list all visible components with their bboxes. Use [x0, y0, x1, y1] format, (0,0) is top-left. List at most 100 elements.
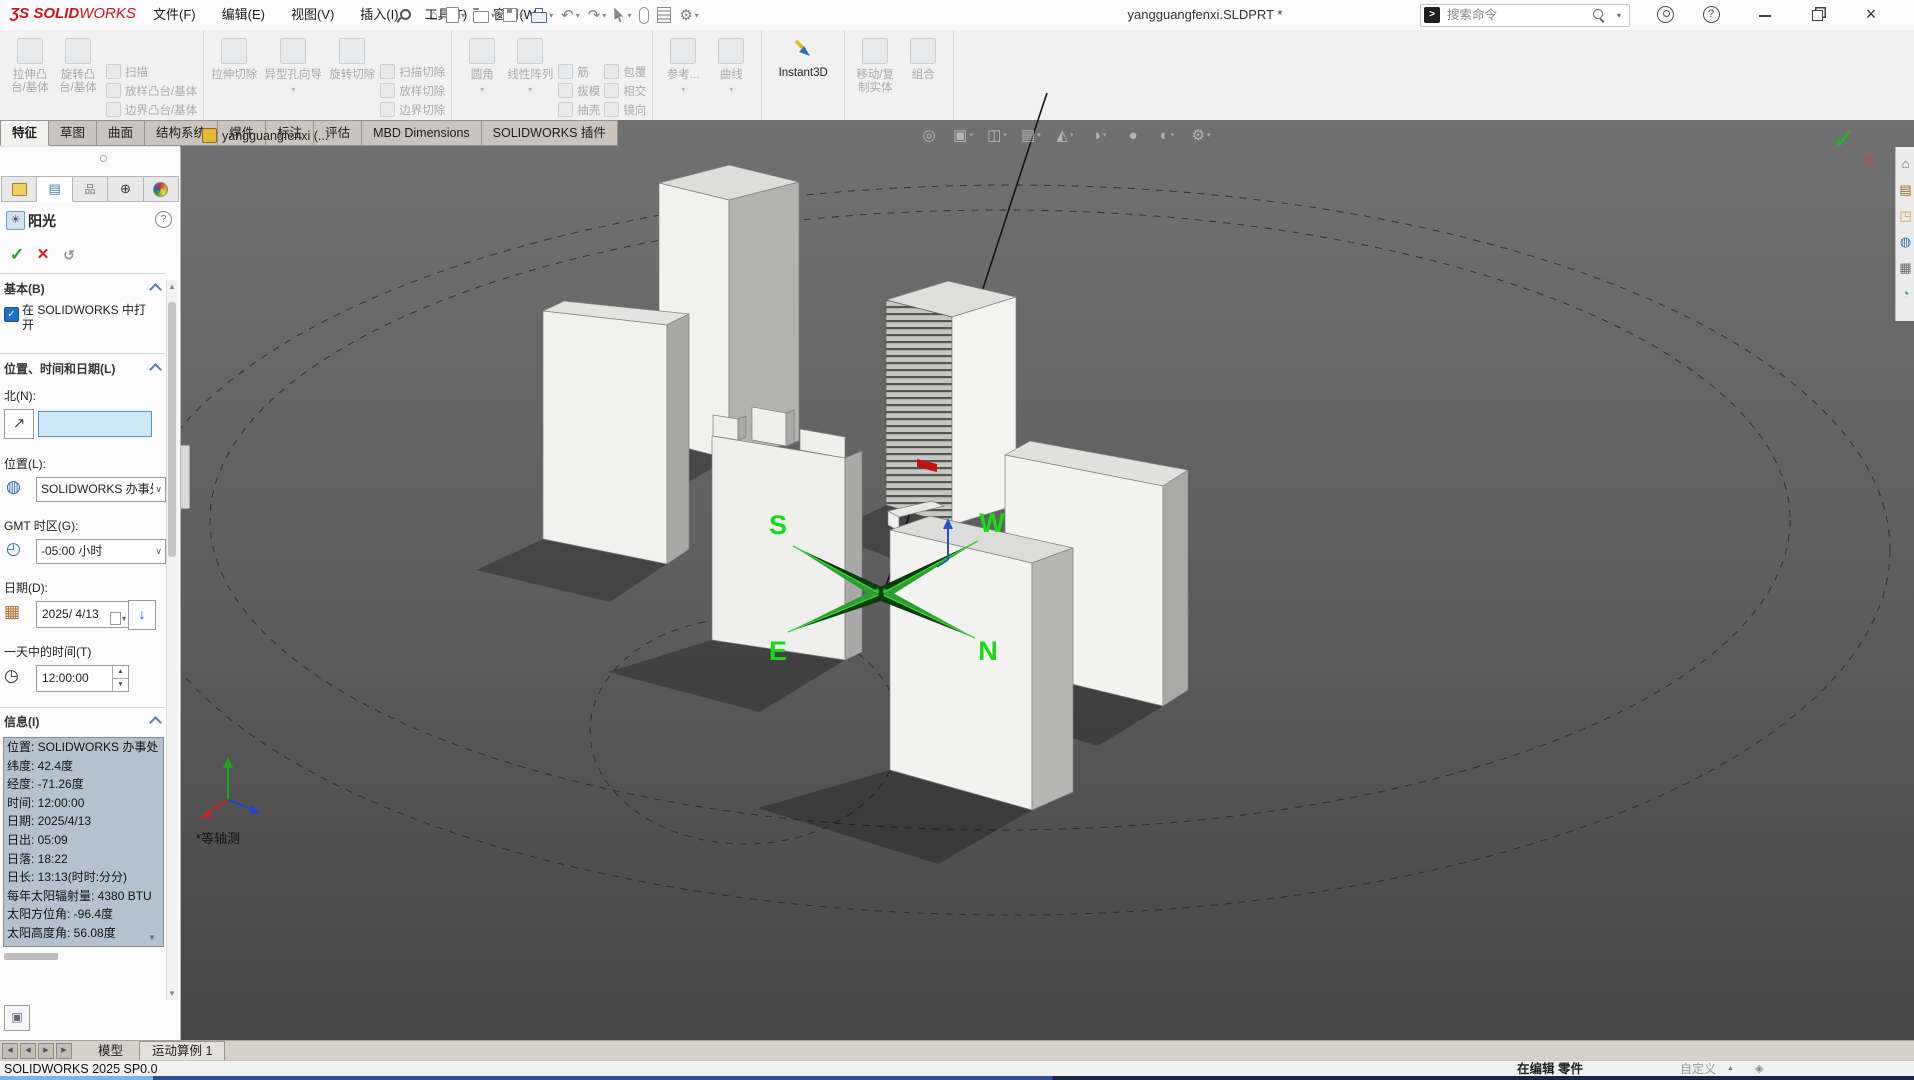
scrollbar-thumb[interactable]	[168, 302, 176, 557]
time-field[interactable]: 12:00:00 ▲▼	[36, 665, 129, 692]
dropdown-caret-icon[interactable]: ▾	[1037, 131, 1041, 139]
dropdown-caret-icon[interactable]: ▾	[1207, 131, 1211, 139]
dropdown-caret-icon[interactable]: ▾	[695, 11, 699, 20]
confirm-ok-icon[interactable]: ✓	[1833, 124, 1855, 155]
dropdown-caret-icon[interactable]: ▾	[1171, 131, 1175, 139]
options-list-icon[interactable]	[653, 0, 675, 30]
task-home-icon[interactable]: ⌂	[1902, 151, 1910, 177]
hide-show-icon[interactable]: ◑▾	[1082, 127, 1116, 144]
dropdown-caret-icon[interactable]: ▾	[1103, 131, 1107, 139]
section-basic[interactable]: 基本(B)	[4, 280, 45, 297]
section-view-icon[interactable]: ◫▾	[980, 126, 1014, 144]
redo-icon[interactable]: ↷▾	[584, 0, 611, 30]
horizontal-scrollbar[interactable]	[4, 953, 58, 960]
forum-icon[interactable]: ◔	[1902, 281, 1910, 307]
print-icon[interactable]: ▾	[527, 0, 557, 30]
dropdown-caret-icon[interactable]: ▾	[549, 11, 553, 20]
dropdown-caret-icon[interactable]: ▾	[491, 11, 495, 20]
open-icon[interactable]: ▾	[469, 0, 499, 30]
dropdown-caret-icon[interactable]: ▾	[1070, 131, 1074, 139]
select-icon[interactable]: ▾	[610, 0, 635, 30]
settings-gear-icon[interactable]: ⚙▾	[675, 0, 702, 30]
dropdown-caret-icon[interactable]: ▾	[480, 85, 484, 94]
pane-display-icon[interactable]: ▣	[4, 1005, 30, 1031]
viewport-canvas[interactable]: S W E N *等轴测	[180, 120, 1914, 1040]
undo-icon[interactable]: ↶▾	[557, 0, 584, 30]
tab-SOLIDWORKS 插件[interactable]: SOLIDWORKS 插件	[482, 120, 618, 146]
section-info[interactable]: 信息(I)	[4, 713, 39, 730]
tab-特征[interactable]: 特征	[0, 120, 49, 146]
sunlight-info-list[interactable]: 位置: SOLIDWORKS 办事处纬度: 42.4度经度: -71.26度时间…	[3, 737, 164, 947]
apply-date-button[interactable]: ↓	[128, 600, 156, 630]
scroll-down-icon[interactable]: ▼	[168, 989, 176, 998]
panel-help-icon[interactable]: ?	[155, 211, 172, 228]
date-field[interactable]: 2025/ 4/13 ▾	[36, 601, 129, 628]
gmt-select[interactable]: -05:00 小时∨	[36, 539, 166, 564]
dropdown-caret-icon[interactable]: ▾	[969, 131, 973, 139]
section-location[interactable]: 位置、时间和日期(L)	[4, 360, 115, 377]
step-forward-button[interactable]: ▶	[38, 1043, 54, 1059]
help-icon[interactable]: ?	[1694, 0, 1728, 30]
north-direction-button[interactable]: ↗	[4, 409, 34, 439]
instant3d-button[interactable]: Instant3D	[768, 30, 838, 120]
confirm-cancel-icon[interactable]: ×	[1864, 150, 1876, 173]
collapse-chevron-icon[interactable]	[149, 283, 162, 296]
tab-草图[interactable]: 草图	[49, 120, 97, 146]
custom-properties-icon[interactable]: ▦	[1899, 255, 1911, 281]
tab-曲面[interactable]: 曲面	[97, 120, 145, 146]
panel-grip-icon[interactable]	[100, 155, 107, 162]
study-tab-模型[interactable]: 模型	[86, 1042, 135, 1061]
touch-mode-icon[interactable]	[635, 0, 653, 30]
location-select[interactable]: SOLIDWORKS 办事处∨	[36, 477, 166, 502]
dropdown-caret-icon[interactable]: ▾	[576, 11, 580, 20]
view-orientation-icon[interactable]: ▤▾	[1014, 126, 1048, 144]
dropdown-caret-icon[interactable]: ▾	[729, 85, 733, 94]
edit-appearance-icon[interactable]: ●	[1116, 127, 1150, 144]
ok-button[interactable]: ✓	[6, 244, 28, 266]
save-icon[interactable]: ▾	[499, 0, 527, 30]
search-icon[interactable]	[1593, 9, 1603, 19]
scroll-down-icon[interactable]: ▼	[148, 933, 156, 942]
file-explorer-icon[interactable]: ◳	[1899, 203, 1911, 229]
jump-end-button[interactable]: ▶	[56, 1043, 72, 1059]
tab-property-manager[interactable]: ▤	[37, 176, 72, 202]
dropdown-caret-icon[interactable]: ▾	[519, 11, 523, 20]
dropdown-caret-icon[interactable]: ▾	[528, 85, 532, 94]
study-tab-运动算例 1[interactable]: 运动算例 1	[139, 1041, 225, 1061]
minimize-button[interactable]	[1748, 0, 1782, 30]
customize-caret-icon[interactable]: ▲	[1727, 1061, 1734, 1077]
tab-display-manager[interactable]	[144, 176, 179, 202]
dropdown-caret-icon[interactable]: ▾	[627, 11, 631, 20]
menu-view[interactable]: 视图(V)	[278, 0, 347, 30]
dropdown-caret-icon[interactable]: ▾	[461, 11, 465, 20]
jump-start-button[interactable]: ◀	[2, 1043, 18, 1059]
panel-scrollbar[interactable]: ▲ ▼	[166, 280, 178, 1000]
feature-tree-root[interactable]: yangguangfenxi (...	[202, 128, 328, 143]
open-in-solidworks-checkbox[interactable]: ✓	[4, 307, 19, 322]
tab-dimxpert-manager[interactable]: ⊕	[108, 176, 143, 202]
dropdown-caret-icon[interactable]: ▾	[602, 11, 606, 20]
design-library-icon[interactable]: ▤	[1899, 177, 1911, 203]
menu-file[interactable]: 文件(F)	[140, 0, 209, 30]
account-icon[interactable]	[1648, 0, 1682, 30]
dropdown-caret-icon[interactable]: ▾	[291, 85, 295, 94]
pin-menu-icon[interactable]	[395, 8, 409, 22]
collapse-chevron-icon[interactable]	[149, 363, 162, 376]
appearances-icon[interactable]: ◍	[1900, 229, 1911, 255]
close-button[interactable]: ×	[1854, 0, 1888, 30]
scroll-up-icon[interactable]: ▲	[168, 282, 176, 291]
collapse-chevron-icon[interactable]	[149, 716, 162, 729]
new-document-icon[interactable]: ▾	[442, 0, 469, 30]
north-input[interactable]	[38, 411, 152, 437]
search-caret-icon[interactable]: ▾	[1617, 5, 1621, 26]
dropdown-caret-icon[interactable]: ▾	[1003, 131, 1007, 139]
zoom-fit-icon[interactable]: ◎	[912, 126, 946, 144]
zoom-area-icon[interactable]: ▣▾	[946, 126, 980, 144]
time-spinner[interactable]: ▲▼	[112, 666, 128, 691]
home-icon[interactable]: ⌂	[425, 0, 442, 30]
step-back-button[interactable]: ◀	[20, 1043, 36, 1059]
tab-MBD Dimensions[interactable]: MBD Dimensions	[362, 120, 482, 146]
scroll-up-icon[interactable]: ▲	[148, 739, 156, 748]
cancel-button[interactable]: ✕	[32, 244, 54, 266]
customize-label[interactable]: 自定义	[1680, 1061, 1716, 1077]
